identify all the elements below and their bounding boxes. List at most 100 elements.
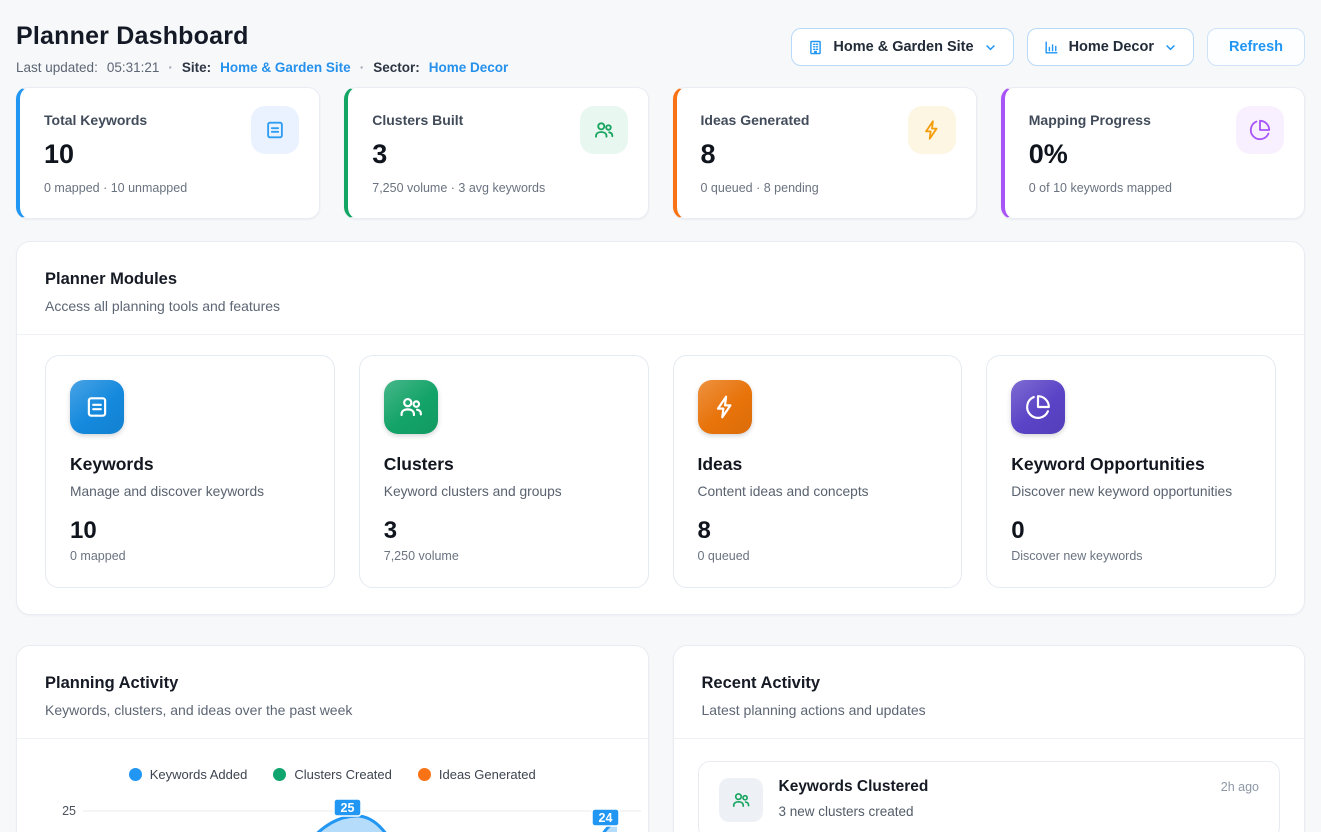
panel-title: Planning Activity — [45, 674, 620, 693]
divider — [17, 738, 648, 739]
pie-chart-icon — [1011, 380, 1065, 434]
sector-link[interactable]: Home Decor — [429, 60, 509, 75]
activity-timestamp: 2h ago — [1221, 778, 1259, 794]
users-icon — [384, 380, 438, 434]
activity-title: Keywords Clustered — [779, 778, 1205, 796]
legend-label: Ideas Generated — [439, 767, 536, 782]
activity-description: 3 new clusters created — [779, 804, 1205, 819]
module-value: 3 — [384, 517, 624, 545]
svg-text:24: 24 — [599, 811, 613, 825]
users-icon — [719, 778, 763, 822]
zap-icon — [908, 106, 956, 154]
sector-label: Sector: — [373, 60, 420, 75]
module-sub: 7,250 volume — [384, 549, 624, 563]
planning-activity-chart: 25 25 24 — [17, 796, 648, 832]
activity-item-keywords-clustered[interactable]: Keywords Clustered 3 new clusters create… — [698, 761, 1281, 832]
module-sub: Discover new keywords — [1011, 549, 1251, 563]
data-label-25: 25 — [334, 799, 361, 816]
legend-item-clusters-created[interactable]: Clusters Created — [273, 767, 392, 782]
stat-card-clusters-built: Clusters Built 3 7,250 volume · 3 avg ke… — [344, 87, 648, 219]
panel-head: Recent Activity Latest planning actions … — [674, 646, 1305, 738]
legend-dot — [129, 768, 142, 781]
bar-chart-icon — [1043, 39, 1060, 56]
document-icon — [70, 380, 124, 434]
panel-title: Planner Modules — [45, 270, 1276, 289]
module-card-keywords[interactable]: Keywords Manage and discover keywords 10… — [45, 355, 335, 588]
pie-chart-icon — [1236, 106, 1284, 154]
area-chart-svg: 25 25 24 — [17, 796, 649, 832]
legend-label: Clusters Created — [294, 767, 392, 782]
legend-dot — [418, 768, 431, 781]
stat-sub: 7,250 volume · 3 avg keywords — [372, 181, 625, 195]
building-icon — [807, 39, 824, 56]
page-header: Planner Dashboard Last updated: 05:31:21… — [16, 0, 1305, 75]
site-label: Site: — [182, 60, 211, 75]
legend-dot — [273, 768, 286, 781]
site-selector-dropdown[interactable]: Home & Garden Site — [791, 28, 1013, 66]
page-meta: Last updated: 05:31:21 · Site: Home & Ga… — [16, 60, 508, 75]
panel-head: Planner Modules Access all planning tool… — [17, 242, 1304, 334]
panel-title: Recent Activity — [702, 674, 1277, 693]
module-value: 0 — [1011, 517, 1251, 545]
module-description: Manage and discover keywords — [70, 484, 310, 499]
stat-sub: 0 of 10 keywords mapped — [1029, 181, 1282, 195]
module-sub: 0 mapped — [70, 549, 310, 563]
recent-activity-panel: Recent Activity Latest planning actions … — [673, 645, 1306, 832]
planner-dashboard-page: Planner Dashboard Last updated: 05:31:21… — [0, 0, 1321, 832]
page-title: Planner Dashboard — [16, 22, 508, 51]
chevron-down-icon — [983, 40, 998, 55]
module-title: Ideas — [698, 454, 938, 475]
sector-selector-label: Home Decor — [1069, 39, 1154, 55]
legend-item-ideas-generated[interactable]: Ideas Generated — [418, 767, 536, 782]
stat-sub: 0 mapped · 10 unmapped — [44, 181, 297, 195]
module-card-clusters[interactable]: Clusters Keyword clusters and groups 3 7… — [359, 355, 649, 588]
module-title: Keyword Opportunities — [1011, 454, 1251, 475]
site-link[interactable]: Home & Garden Site — [220, 60, 351, 75]
data-label-24: 24 — [592, 809, 619, 826]
stat-card-total-keywords: Total Keywords 10 0 mapped · 10 unmapped — [16, 87, 320, 219]
users-icon — [580, 106, 628, 154]
module-title: Clusters — [384, 454, 624, 475]
planner-modules-panel: Planner Modules Access all planning tool… — [16, 241, 1305, 615]
module-value: 10 — [70, 517, 310, 545]
zap-icon — [698, 380, 752, 434]
legend-item-keywords-added[interactable]: Keywords Added — [129, 767, 248, 782]
chart-legend: Keywords Added Clusters Created Ideas Ge… — [17, 767, 648, 782]
module-description: Discover new keyword opportunities — [1011, 484, 1251, 499]
last-updated-value: 05:31:21 — [107, 60, 160, 75]
panel-subtitle: Access all planning tools and features — [45, 298, 1276, 314]
stat-card-ideas-generated: Ideas Generated 8 0 queued · 8 pending — [673, 87, 977, 219]
toolbar: Home & Garden Site Home Decor Refresh — [791, 22, 1305, 66]
panel-subtitle: Latest planning actions and updates — [702, 702, 1277, 718]
chevron-down-icon — [1163, 40, 1178, 55]
panel-subtitle: Keywords, clusters, and ideas over the p… — [45, 702, 620, 718]
module-description: Content ideas and concepts — [698, 484, 938, 499]
module-card-ideas[interactable]: Ideas Content ideas and concepts 8 0 que… — [673, 355, 963, 588]
document-icon — [251, 106, 299, 154]
module-value: 8 — [698, 517, 938, 545]
stats-row: Total Keywords 10 0 mapped · 10 unmapped… — [16, 87, 1305, 219]
module-description: Keyword clusters and groups — [384, 484, 624, 499]
meta-separator: · — [168, 60, 173, 75]
last-updated-label: Last updated: — [16, 60, 98, 75]
site-selector-label: Home & Garden Site — [833, 39, 973, 55]
activity-body: Keywords Clustered 3 new clusters create… — [779, 778, 1205, 819]
keywords-area-fill — [257, 816, 441, 832]
panel-head: Planning Activity Keywords, clusters, an… — [17, 646, 648, 738]
stat-card-mapping-progress: Mapping Progress 0% 0 of 10 keywords map… — [1001, 87, 1305, 219]
y-axis-tick-25: 25 — [62, 804, 76, 818]
sector-selector-dropdown[interactable]: Home Decor — [1027, 28, 1194, 66]
header-left: Planner Dashboard Last updated: 05:31:21… — [16, 22, 508, 75]
svg-text:25: 25 — [341, 801, 355, 815]
modules-grid: Keywords Manage and discover keywords 10… — [17, 335, 1304, 614]
planning-activity-panel: Planning Activity Keywords, clusters, an… — [16, 645, 649, 832]
legend-label: Keywords Added — [150, 767, 248, 782]
module-title: Keywords — [70, 454, 310, 475]
stat-sub: 0 queued · 8 pending — [701, 181, 954, 195]
activity-list: Keywords Clustered 3 new clusters create… — [674, 739, 1305, 832]
module-card-keyword-opportunities[interactable]: Keyword Opportunities Discover new keywo… — [986, 355, 1276, 588]
module-sub: 0 queued — [698, 549, 938, 563]
meta-separator: · — [360, 60, 365, 75]
bottom-row: Planning Activity Keywords, clusters, an… — [16, 645, 1305, 832]
refresh-button[interactable]: Refresh — [1207, 28, 1305, 66]
